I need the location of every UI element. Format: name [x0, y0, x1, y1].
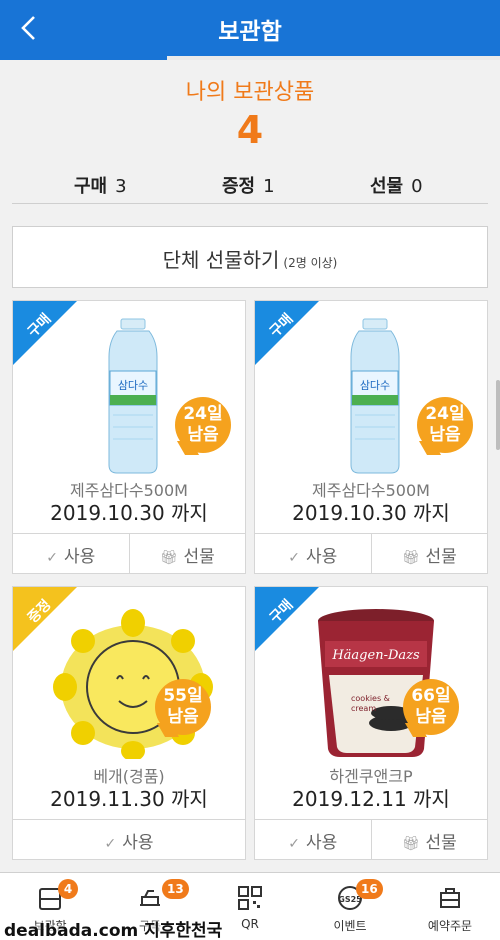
remaining-days-badge: 24일 남음: [417, 397, 473, 453]
card-actions: ✓ 사용 🎁︎ 선물: [13, 533, 245, 573]
use-label: 사용: [305, 833, 338, 853]
check-icon: ✓: [288, 836, 300, 852]
gift-button[interactable]: 🎁︎ 선물: [370, 820, 488, 859]
check-icon: ✓: [46, 550, 58, 566]
expiry-date: 2019.12.11 까지: [292, 787, 450, 811]
use-button[interactable]: ✓ 사용: [13, 820, 245, 859]
app-header: 보관함: [0, 0, 500, 56]
remaining-suffix: 남음: [167, 707, 199, 727]
expiry-date: 2019.11.30 까지: [50, 787, 208, 811]
nav-reservation[interactable]: 예약주문: [400, 873, 500, 940]
gift-icon: 🎁︎: [401, 550, 420, 566]
subscription-icon: [140, 890, 160, 906]
use-label: 사용: [63, 547, 96, 567]
water-bottle-image: 삼다수: [108, 318, 158, 474]
stat-gift[interactable]: 선물 0: [370, 172, 423, 198]
stats-row: 구매 3 증정 1 선물 0: [12, 164, 488, 204]
watermark-text: dealbada.com 지후한천국: [4, 921, 223, 940]
group-gift-sub: (2명 이상): [283, 256, 338, 270]
coupon-card[interactable]: 증정 55일 남음 베개(경품) 2019.11.30 까지 ✓ 사용: [12, 586, 246, 860]
nav-badge: 13: [162, 879, 189, 899]
summary-count: 4: [236, 108, 264, 152]
coupon-card[interactable]: 구매 삼다수 24일 남음 제주삼다수500M 2019.10.30 까지 ✓ 사용…: [12, 300, 246, 574]
gift-label: 선물: [183, 547, 215, 567]
remaining-days: 24일: [183, 404, 223, 424]
expiry-date: 2019.10.30 까지: [50, 501, 208, 525]
reservation-icon: [440, 888, 460, 908]
svg-text:Häagen-Dazs: Häagen-Dazs: [331, 648, 420, 663]
svg-text:삼다수: 삼다수: [118, 379, 148, 392]
group-gift-button[interactable]: 단체 선물하기 (2명 이상): [12, 226, 488, 288]
use-button[interactable]: ✓ 사용: [255, 820, 371, 859]
remaining-days-badge: 66일 남음: [403, 679, 459, 735]
stat-promotion[interactable]: 증정 1: [222, 172, 275, 198]
remaining-days: 24일: [425, 404, 465, 424]
gift-icon: 🎁︎: [159, 550, 178, 566]
use-label: 사용: [305, 547, 338, 567]
stat-label: 선물: [370, 176, 404, 197]
qr-icon: [238, 886, 262, 910]
stat-label: 증정: [222, 176, 256, 197]
remaining-days-badge: 55일 남음: [155, 679, 211, 735]
summary-title: 나의 보관상품: [185, 80, 315, 105]
remaining-days: 66일: [411, 686, 451, 706]
card-actions: ✓ 사용 🎁︎ 선물: [255, 533, 487, 573]
stat-value: 1: [263, 176, 275, 197]
coupon-card[interactable]: 구매 삼다수 24일 남음 제주삼다수500M 2019.10.30 까지 ✓ 사용…: [254, 300, 488, 574]
gift-label: 선물: [425, 833, 457, 853]
nav-label: 예약주문: [427, 919, 473, 933]
remaining-days-badge: 24일 남음: [175, 397, 231, 453]
page-title: 보관함: [218, 19, 282, 45]
stat-label: 구매: [74, 176, 108, 197]
scrollbar[interactable]: [496, 380, 500, 450]
nav-label: 이벤트: [333, 919, 367, 933]
gift-button[interactable]: 🎁︎ 선물: [370, 534, 488, 573]
tab-indicator: [0, 56, 500, 60]
expiry-date: 2019.10.30 까지: [292, 501, 450, 525]
check-icon: ✓: [288, 550, 300, 566]
use-label: 사용: [122, 833, 154, 853]
group-gift-label: 단체 선물하기: [162, 248, 280, 272]
coupon-card[interactable]: 구매 Häagen-Dazs cookies & cream 66일 남음 하겐쿠…: [254, 586, 488, 860]
use-button[interactable]: ✓ 사용: [255, 534, 371, 573]
remaining-days: 55일: [163, 686, 203, 706]
svg-text:cream: cream: [351, 704, 376, 713]
gift-button[interactable]: 🎁︎ 선물: [128, 534, 246, 573]
card-actions: ✓ 사용 🎁︎ 선물: [255, 819, 487, 859]
nav-event[interactable]: GS25 16 이벤트: [300, 873, 400, 940]
remaining-suffix: 남음: [429, 425, 461, 445]
check-icon: ✓: [104, 836, 117, 852]
svg-text:삼다수: 삼다수: [360, 379, 390, 392]
stat-purchase[interactable]: 구매 3: [74, 172, 127, 198]
stat-value: 0: [411, 176, 423, 197]
tab-indicator-active: [0, 56, 167, 60]
remaining-suffix: 남음: [415, 707, 447, 727]
gift-label: 선물: [425, 547, 457, 567]
svg-text:cookies &: cookies &: [351, 694, 390, 703]
card-actions: ✓ 사용: [13, 819, 245, 859]
use-button[interactable]: ✓ 사용: [13, 534, 129, 573]
nav-badge: 16: [356, 879, 383, 899]
nav-badge: 4: [58, 879, 78, 899]
remaining-suffix: 남음: [187, 425, 219, 445]
gift-icon: 🎁︎: [401, 836, 420, 852]
water-bottle-image: 삼다수: [350, 318, 400, 474]
stat-value: 3: [115, 176, 127, 197]
